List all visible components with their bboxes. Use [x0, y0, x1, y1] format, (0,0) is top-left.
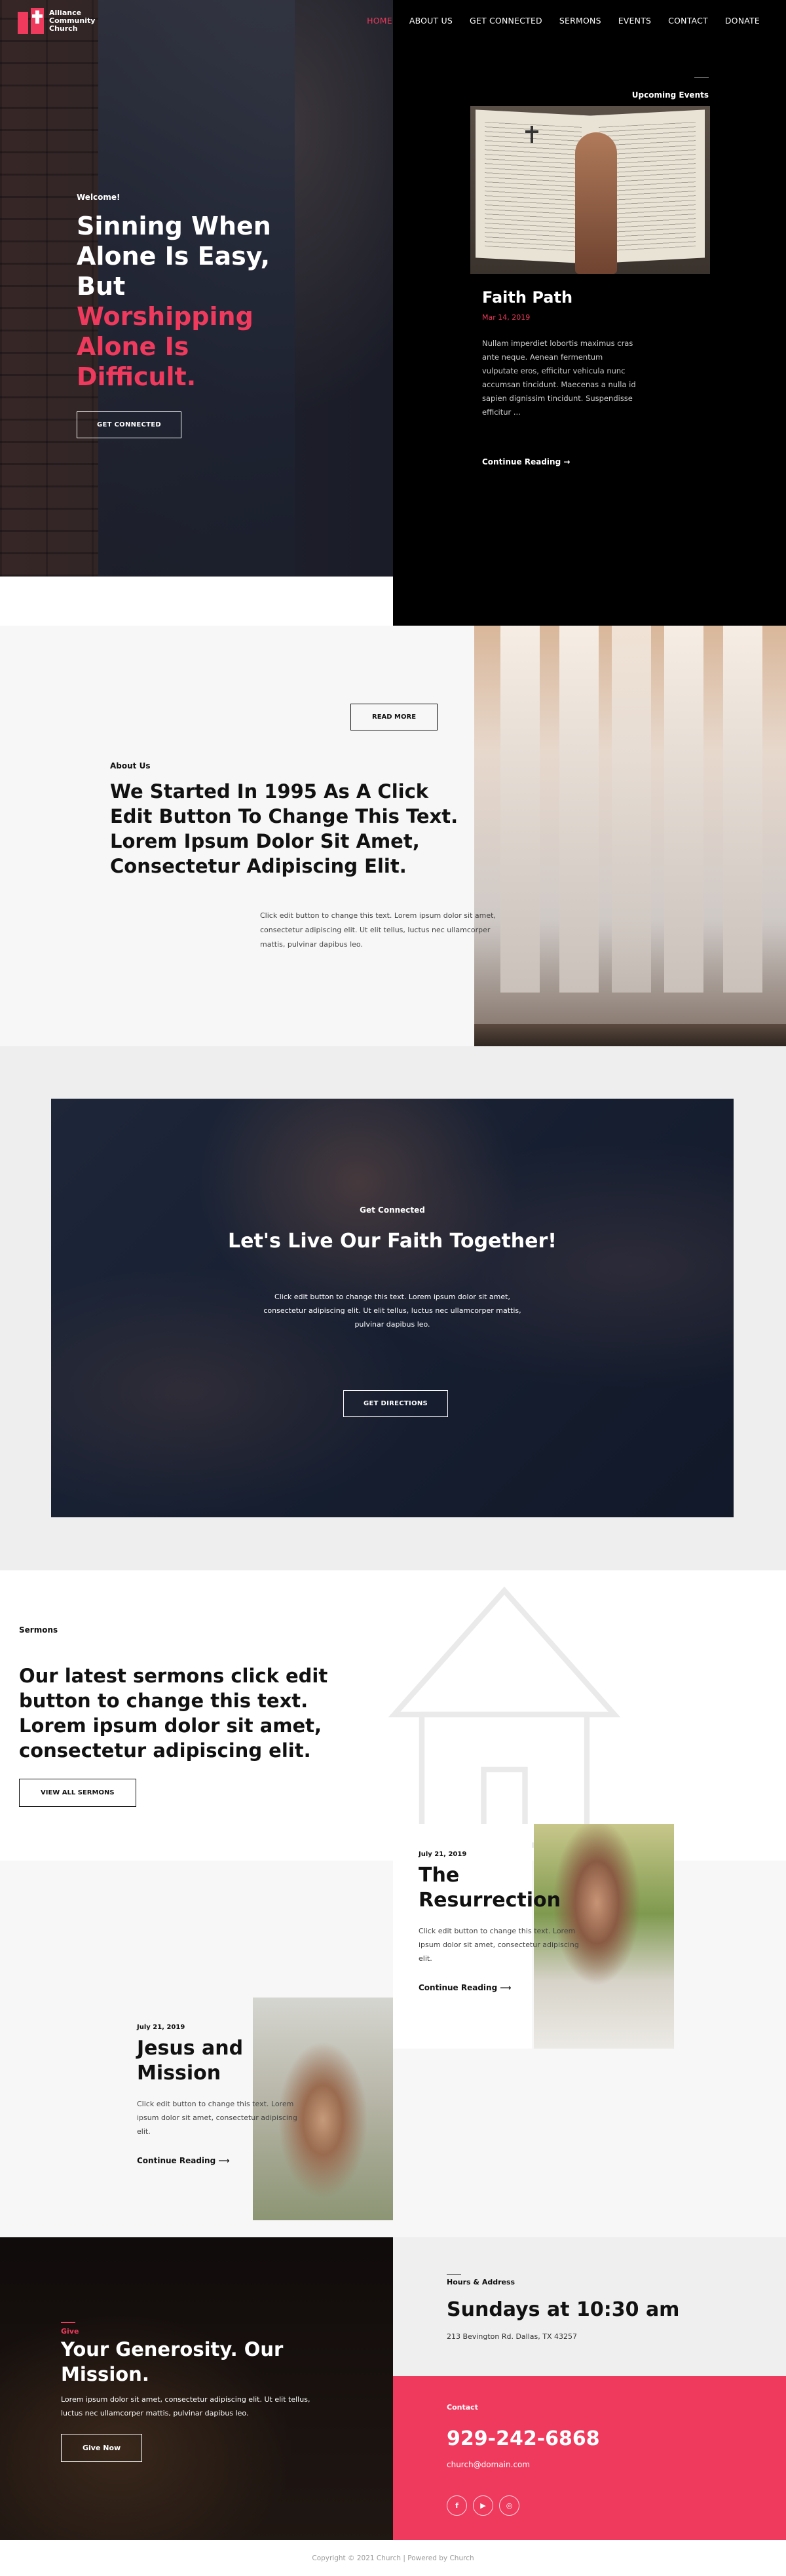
hero-welcome: Welcome! [77, 193, 121, 202]
divider [694, 77, 709, 78]
event-description: Nullam imperdiet lobortis maximus cras a… [482, 339, 636, 417]
arch-column [559, 626, 599, 993]
praying-hands-image [575, 132, 617, 274]
upcoming-events-panel [393, 0, 786, 626]
site-footer: Copyright © 2021 Church | Powered by Chu… [0, 2540, 786, 2576]
hero-title-white: Sinning When Alone Is Easy, But [77, 212, 271, 301]
instagram-icon[interactable]: ◎ [499, 2495, 519, 2516]
contact-phone[interactable]: 929-242-6868 [447, 2427, 600, 2450]
worship-image: Get Connected Let's Live Our Faith Toget… [51, 1099, 734, 1517]
event-title[interactable]: Faith Path [482, 288, 572, 307]
give-overlay [0, 2237, 393, 2540]
sermon-text: Click edit button to change this text. L… [137, 2100, 297, 2136]
church-logo-icon [18, 8, 44, 34]
sermon-date: July 21, 2019 [137, 2024, 185, 2031]
get-connected-section: Get Connected Let's Live Our Faith Toget… [0, 1046, 786, 1570]
arch-column [612, 626, 651, 993]
give-section: Give Your Generosity. Our Mission. Lorem… [0, 2237, 393, 2540]
upcoming-events-label: Upcoming Events [631, 90, 709, 100]
give-label: Give [61, 2327, 79, 2336]
event-date: Mar 14, 2019 [482, 313, 531, 322]
about-title: We Started In 1995 As A Click Edit Butto… [110, 780, 458, 877]
church-address: 213 Bevington Rd. Dallas, TX 43257 [447, 2332, 577, 2341]
pews [474, 1024, 786, 1046]
social-links: f ▶ ◎ [447, 2495, 519, 2516]
arch-column [664, 626, 703, 993]
hours-label: Hours & Address [447, 2278, 515, 2286]
divider [61, 2322, 75, 2323]
about-label: About Us [110, 761, 151, 770]
view-all-sermons-button[interactable]: VIEW ALL SERMONS [19, 1779, 136, 1807]
sermon-continue-reading-link[interactable]: Continue Reading ⟶ [419, 1983, 512, 1992]
nav-events[interactable]: EVENTS [618, 16, 651, 26]
connect-label: Get Connected [360, 1205, 425, 1215]
church-interior-image [474, 626, 786, 1046]
sermons-label: Sermons [19, 1625, 58, 1635]
arrow-right-icon: ⟶ [218, 2156, 230, 2165]
sermon-title[interactable]: The Resurrection [419, 1863, 563, 1913]
nav-home[interactable]: HOME [367, 16, 392, 26]
read-more-button[interactable]: READ MORE [350, 704, 438, 730]
page: Welcome! Sinning When Alone Is Easy, But… [0, 0, 786, 2576]
logo-line: Church [49, 24, 78, 33]
sermon-date: July 21, 2019 [419, 1851, 467, 1858]
connect-text: Click edit button to change this text. L… [263, 1293, 521, 1329]
event-continue-reading-link[interactable]: Continue Reading → [482, 457, 570, 466]
church-outline-icon [388, 1586, 621, 1848]
give-now-button[interactable]: Give Now [61, 2434, 143, 2462]
nav-about-us[interactable]: ABOUT US [409, 16, 453, 26]
divider [447, 2274, 461, 2275]
contact-label: Contact [447, 2403, 478, 2412]
about-text: Click edit button to change this text. L… [260, 911, 496, 949]
sermon-text: Click edit button to change this text. L… [419, 1927, 579, 1963]
nav-contact[interactable]: CONTACT [668, 16, 708, 26]
sermon-link-label: Continue Reading [419, 1983, 498, 1992]
contact-email[interactable]: church@domain.com [447, 2460, 530, 2469]
get-connected-button[interactable]: GET CONNECTED [77, 411, 181, 438]
youtube-icon[interactable]: ▶ [473, 2495, 493, 2516]
get-directions-button[interactable]: GET DIRECTIONS [343, 1390, 449, 1417]
arrow-right-icon: ⟶ [500, 1983, 512, 1992]
contact-section: Contact 929-242-6868 church@domain.com f… [393, 2376, 786, 2540]
arch-column [723, 626, 762, 993]
event-image[interactable] [470, 106, 710, 274]
give-text: Lorem ipsum dolor sit amet, consectetur … [61, 2395, 310, 2417]
service-time: Sundays at 10:30 am [447, 2298, 680, 2321]
nav-donate[interactable]: DONATE [725, 16, 760, 26]
logo-text: Alliance Community Church [49, 9, 102, 33]
sermons-section: Sermons Our latest sermons click edit bu… [0, 1570, 786, 2237]
about-section: READ MORE About Us We Started In 1995 As… [0, 626, 786, 1046]
cross-icon [525, 126, 538, 143]
sermon-continue-reading-link[interactable]: Continue Reading ⟶ [137, 2156, 230, 2165]
hero-text: Welcome! Sinning When Alone Is Easy, But… [77, 193, 293, 392]
copyright-text: Copyright © 2021 Church | Powered by Chu… [312, 2554, 474, 2562]
sermons-title: Our latest sermons click edit button to … [19, 1665, 328, 1762]
facebook-icon[interactable]: f [447, 2495, 467, 2516]
logo[interactable]: Alliance Community Church [18, 8, 102, 34]
connect-title: Let's Live Our Faith Together! [228, 1230, 557, 1253]
sermon-title[interactable]: Jesus and Mission [137, 2036, 281, 2086]
sermon-link-label: Continue Reading [137, 2156, 216, 2165]
give-title: Your Generosity. Our Mission. [61, 2338, 284, 2385]
hours-section: Hours & Address Sundays at 10:30 am 213 … [393, 2237, 786, 2376]
hero-title-accent: Worshipping Alone Is Difficult. [77, 302, 253, 391]
nav-get-connected[interactable]: GET CONNECTED [470, 16, 542, 26]
nav-sermons[interactable]: SERMONS [559, 16, 601, 26]
site-header: Alliance Community Church HOME ABOUT US … [0, 0, 786, 42]
hero-title: Sinning When Alone Is Easy, But Worshipp… [77, 211, 293, 392]
main-nav: HOME ABOUT US GET CONNECTED SERMONS EVEN… [367, 16, 760, 26]
